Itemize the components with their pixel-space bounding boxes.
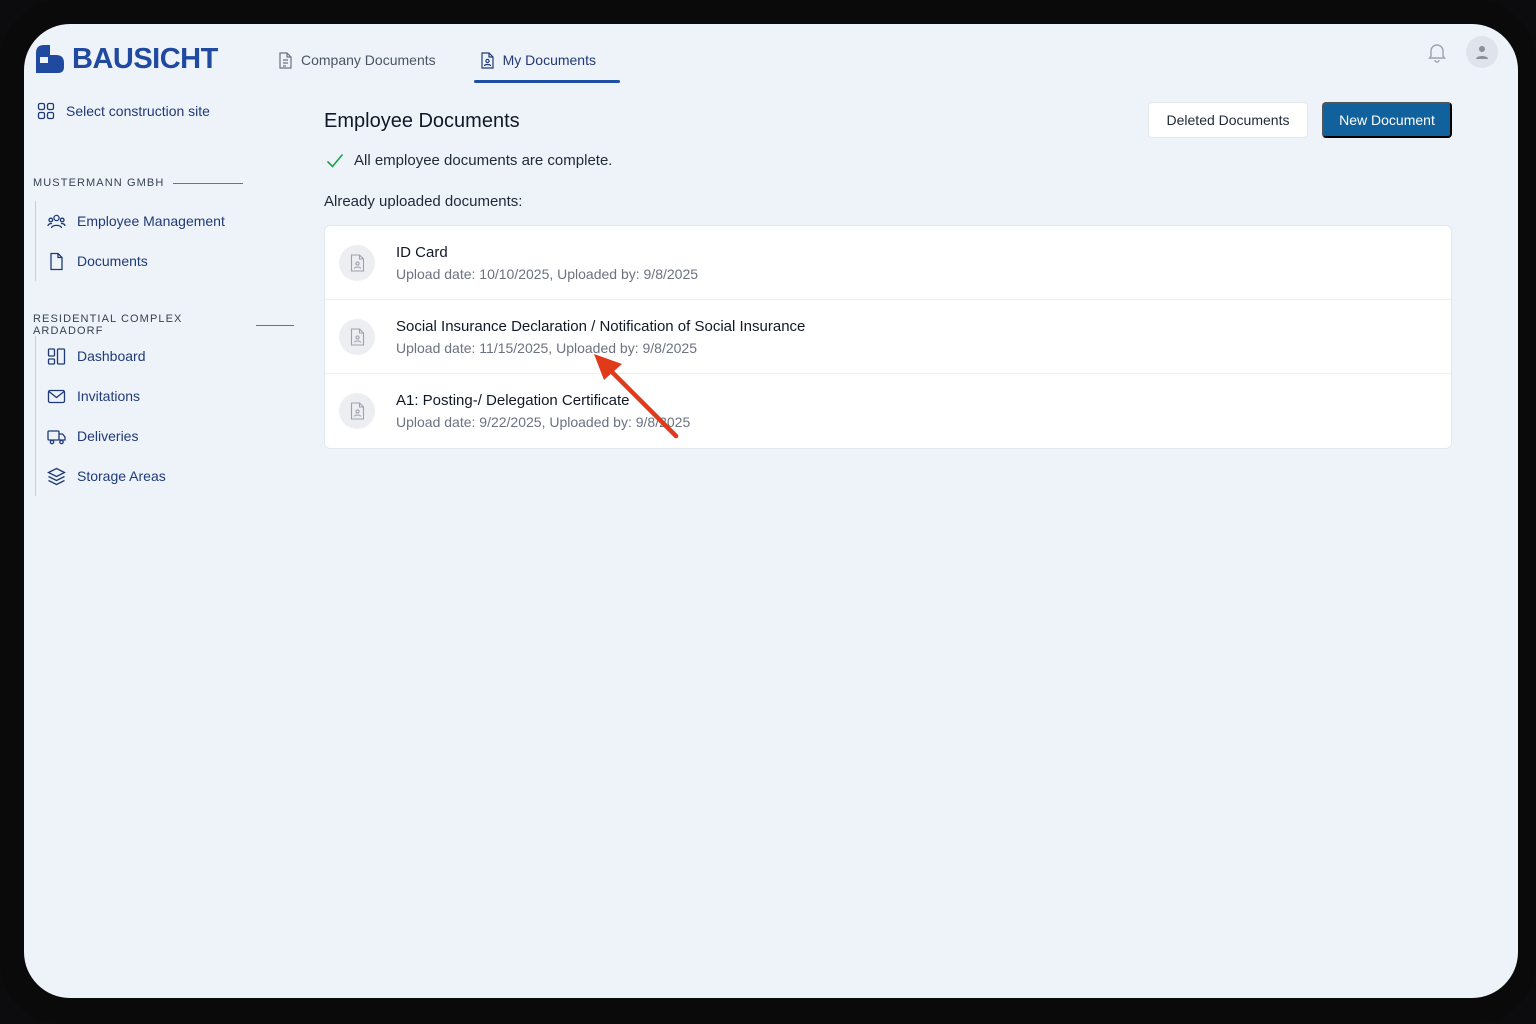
document-name: ID Card — [396, 243, 448, 261]
sidebar-item-employee-management[interactable]: Employee Management — [36, 201, 225, 241]
document-name: Social Insurance Declaration / Notificat… — [396, 317, 806, 335]
tab-my-documents[interactable]: My Documents — [473, 38, 621, 83]
top-tabs: Company Documents My Documents — [276, 38, 638, 83]
app-screen: BAUSICHT Company Documents My Documents — [24, 24, 1518, 998]
list-item[interactable]: A1: Posting-/ Delegation Certificate Upl… — [325, 374, 1451, 448]
truck-icon — [47, 429, 66, 444]
sidebar-item-label: Invitations — [77, 388, 141, 404]
header-actions — [1426, 36, 1498, 68]
section-title-text: RESIDENTIAL COMPLEX ARDADORF — [33, 313, 183, 337]
select-site-label: Select construction site — [66, 103, 210, 119]
tab-company-documents[interactable]: Company Documents — [276, 38, 438, 82]
uploaded-documents-label: Already uploaded documents: — [324, 193, 523, 210]
sidebar-item-label: Deliveries — [77, 428, 139, 444]
sidebar-item-storage-areas[interactable]: Storage Areas — [36, 456, 166, 496]
document-icon — [279, 51, 292, 69]
new-document-button[interactable]: New Document — [1322, 102, 1452, 138]
avatar[interactable] — [1466, 36, 1498, 68]
status-message: All employee documents are complete. — [326, 152, 612, 169]
section-title-company: MUSTERMANN GMBH — [33, 177, 244, 189]
list-item[interactable]: Social Insurance Declaration / Notificat… — [325, 300, 1451, 374]
grid-icon — [37, 102, 55, 120]
select-construction-site[interactable]: Select construction site — [37, 102, 210, 120]
document-meta: Upload date: 11/15/2025, Uploaded by: 9/… — [396, 339, 697, 356]
nav-group-company: Employee Management Documents — [35, 201, 225, 281]
section-title-text: MUSTERMANN GMBH — [33, 177, 165, 189]
nav-group-site: Dashboard Invitations Deliveries Storage… — [35, 336, 166, 496]
document-meta: Upload date: 9/22/2025, Uploaded by: 9/8… — [396, 414, 691, 430]
tab-label: My Documents — [502, 52, 596, 68]
annotation-arrow-icon — [594, 354, 679, 439]
users-icon — [47, 214, 66, 228]
status-text: All employee documents are complete. — [354, 152, 613, 169]
sidebar-item-label: Storage Areas — [77, 468, 166, 484]
document-info: A1: Posting-/ Delegation Certificate Upl… — [396, 392, 690, 430]
divider — [173, 182, 244, 184]
layers-icon — [47, 467, 66, 485]
brand-logo[interactable]: BAUSICHT — [34, 42, 218, 76]
person-document-icon — [339, 318, 375, 355]
document-list: ID Card Upload date: 10/10/2025, Uploade… — [324, 225, 1452, 449]
sidebar-item-label: Documents — [77, 253, 148, 269]
dashboard-icon — [47, 347, 66, 365]
divider — [255, 324, 294, 326]
bell-icon[interactable] — [1426, 41, 1448, 63]
sidebar-item-label: Employee Management — [77, 213, 225, 229]
page-title: Employee Documents — [324, 110, 520, 132]
brand-name: BAUSICHT — [72, 42, 218, 75]
person-document-icon — [481, 51, 494, 69]
deleted-documents-button[interactable]: Deleted Documents — [1148, 102, 1308, 138]
document-info: ID Card Upload date: 10/10/2025, Uploade… — [396, 244, 698, 282]
person-document-icon — [339, 244, 375, 281]
sidebar-item-label: Dashboard — [77, 348, 146, 364]
document-info: Social Insurance Declaration / Notificat… — [396, 318, 805, 356]
device-frame: BAUSICHT Company Documents My Documents — [0, 0, 1536, 1024]
mail-icon — [47, 389, 66, 403]
file-icon — [50, 252, 63, 270]
check-icon — [326, 153, 344, 168]
document-meta: Upload date: 10/10/2025, Uploaded by: 9/… — [396, 265, 699, 282]
logo-icon — [36, 45, 64, 73]
sidebar-item-deliveries[interactable]: Deliveries — [36, 416, 166, 456]
list-item[interactable]: ID Card Upload date: 10/10/2025, Uploade… — [325, 226, 1451, 300]
sidebar-item-dashboard[interactable]: Dashboard — [36, 336, 166, 376]
document-name: A1: Posting-/ Delegation Certificate — [396, 392, 630, 409]
sidebar-item-documents[interactable]: Documents — [36, 241, 225, 281]
user-icon — [1476, 46, 1488, 59]
tab-label: Company Documents — [301, 52, 436, 68]
sidebar-item-invitations[interactable]: Invitations — [36, 376, 166, 416]
person-document-icon — [339, 393, 375, 429]
section-title-site: RESIDENTIAL COMPLEX ARDADORF — [33, 313, 294, 337]
